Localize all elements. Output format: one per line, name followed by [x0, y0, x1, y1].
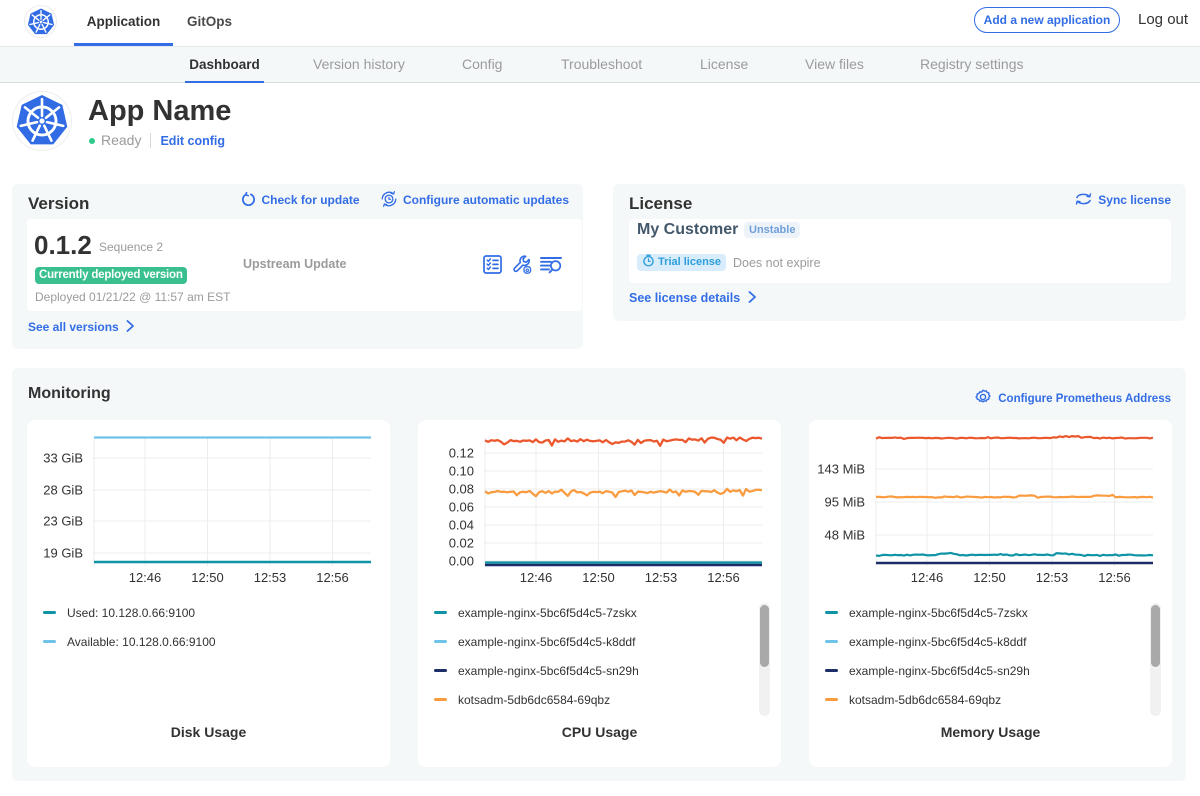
svg-text:48 MiB: 48 MiB [825, 528, 865, 543]
svg-text:33 GiB: 33 GiB [43, 451, 83, 466]
svg-text:12:50: 12:50 [582, 570, 615, 585]
svg-text:12:53: 12:53 [645, 570, 678, 585]
svg-text:12:46: 12:46 [911, 570, 944, 585]
svg-text:0.12: 0.12 [449, 446, 474, 461]
svg-text:12:56: 12:56 [1098, 570, 1131, 585]
svg-text:0.02: 0.02 [449, 536, 474, 551]
svg-text:143 MiB: 143 MiB [817, 462, 865, 477]
svg-text:0.04: 0.04 [449, 518, 474, 533]
svg-text:12:50: 12:50 [191, 570, 224, 585]
svg-text:12:53: 12:53 [254, 570, 287, 585]
svg-text:23 GiB: 23 GiB [43, 514, 83, 529]
svg-text:12:56: 12:56 [316, 570, 349, 585]
svg-text:0.06: 0.06 [449, 500, 474, 515]
svg-text:0.00: 0.00 [449, 554, 474, 569]
svg-text:0.10: 0.10 [449, 464, 474, 479]
svg-text:0.08: 0.08 [449, 482, 474, 497]
svg-text:95 MiB: 95 MiB [825, 495, 865, 510]
svg-text:12:46: 12:46 [129, 570, 162, 585]
svg-text:12:56: 12:56 [707, 570, 740, 585]
svg-text:12:50: 12:50 [973, 570, 1006, 585]
svg-text:12:53: 12:53 [1036, 570, 1069, 585]
svg-text:19 GiB: 19 GiB [43, 546, 83, 561]
svg-text:28 GiB: 28 GiB [43, 483, 83, 498]
svg-text:12:46: 12:46 [520, 570, 553, 585]
